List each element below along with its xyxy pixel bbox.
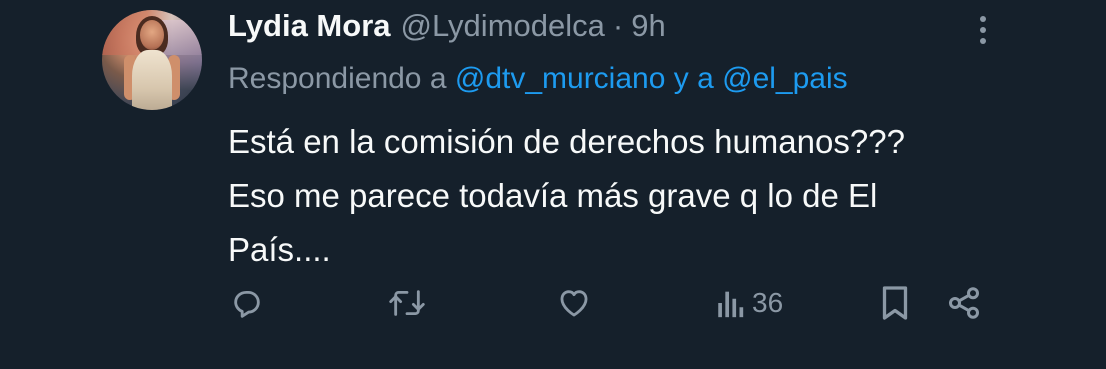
replying-to-connector: y a [673,62,714,95]
more-dot-icon [980,38,986,44]
mention-dtv-murciano[interactable]: @dtv_murciano [455,62,666,95]
more-dot-icon [980,16,986,22]
tweet-text-line: País.... [228,231,331,268]
tweet-text: Está en la comisión de derechos humanos?… [228,115,1048,277]
share-icon [949,287,979,319]
heart-icon [560,290,588,317]
replying-to-prefix: Respondiendo a [228,62,447,95]
views-count: 36 [752,287,784,318]
more-options-button[interactable] [968,12,998,48]
bookmark-button[interactable] [880,280,910,326]
reply-icon [234,290,260,318]
reply-button[interactable] [230,280,264,326]
tweet: Lydia Mora @Lydimodelca · 9h Respondiend… [0,0,1106,369]
like-button[interactable] [556,280,592,326]
avatar[interactable] [102,10,202,110]
author-name[interactable]: Lydia Mora [228,8,391,44]
share-button[interactable] [946,280,982,326]
tweet-actions: 36 [0,280,1106,326]
tweet-header: Lydia Mora @Lydimodelca · 9h [228,8,666,48]
replying-to-line: Respondiendo a @dtv_murciano y a @el_pai… [228,62,848,96]
tweet-timestamp[interactable]: 9h [631,8,665,44]
tweet-text-line: Está en la comisión de derechos humanos?… [228,123,905,160]
views-icon [718,291,744,318]
retweet-icon [389,290,425,316]
more-dot-icon [980,27,986,33]
author-handle[interactable]: @Lydimodelca [401,8,605,44]
tweet-text-line: Eso me parece todavía más grave q lo de … [228,177,878,214]
retweet-button[interactable] [388,280,426,326]
mention-el-pais[interactable]: @el_pais [722,62,848,95]
bookmark-icon [882,286,908,320]
header-separator: · [612,8,624,43]
views-button[interactable]: 36 [716,280,783,326]
